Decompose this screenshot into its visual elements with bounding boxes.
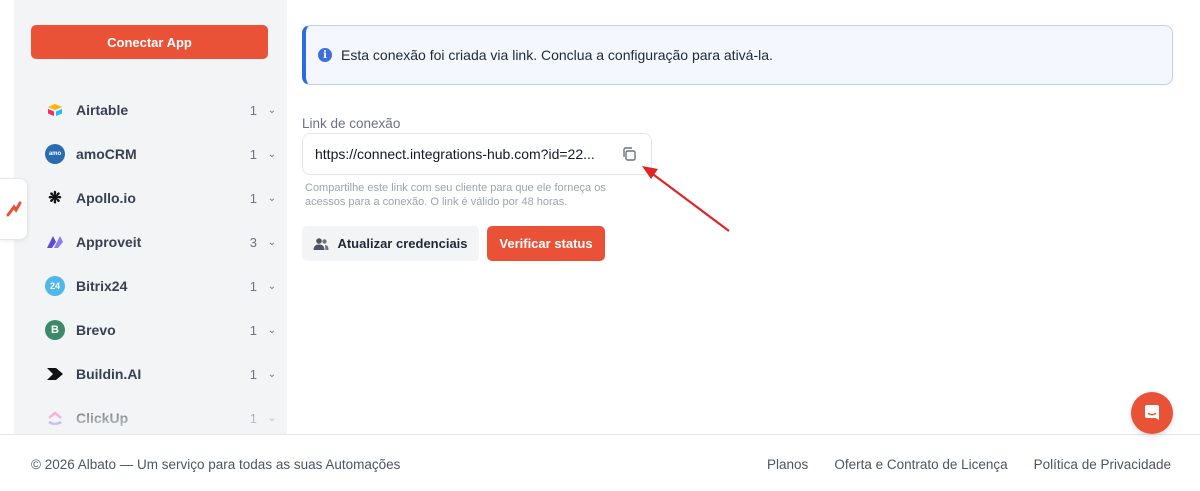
app-item-airtable[interactable]: Airtable 1 ⌄ bbox=[14, 88, 287, 132]
app-item-buildin[interactable]: Buildin.AI 1 ⌄ bbox=[14, 352, 287, 396]
app-name: Brevo bbox=[76, 322, 116, 338]
app-item-brevo[interactable]: B Brevo 1 ⌄ bbox=[14, 308, 287, 352]
apollo-logo-icon: ❋ bbox=[48, 190, 62, 207]
app-item-bitrix24[interactable]: 24 Bitrix24 1 ⌄ bbox=[14, 264, 287, 308]
app-count: 1 bbox=[249, 322, 257, 338]
albato-side-tab[interactable] bbox=[0, 178, 28, 240]
app-name: Approveit bbox=[76, 234, 142, 250]
chevron-down-icon[interactable]: ⌄ bbox=[257, 193, 287, 204]
chat-icon bbox=[1145, 405, 1159, 420]
chevron-down-icon[interactable]: ⌄ bbox=[257, 105, 287, 116]
app-name: Airtable bbox=[76, 102, 129, 118]
amocrm-badge-text: amo bbox=[48, 151, 62, 157]
clickup-logo-icon bbox=[45, 408, 65, 428]
copyright-text: © 2026 Albato — Um serviço para todas as… bbox=[31, 457, 401, 472]
bitrix24-badge-text: 24 bbox=[49, 281, 60, 291]
app-name: amoCRM bbox=[76, 146, 137, 162]
info-icon: i bbox=[318, 48, 332, 62]
brevo-badge-text: B bbox=[51, 324, 59, 336]
footer-link-plans[interactable]: Planos bbox=[767, 457, 808, 472]
bitrix24-logo-icon: 24 bbox=[45, 276, 65, 296]
app-item-approveit[interactable]: Approveit 3 ⌄ bbox=[14, 220, 287, 264]
update-credentials-button[interactable]: Atualizar credenciais bbox=[302, 226, 479, 261]
app-list: Airtable 1 ⌄ amo amoCRM 1 ⌄ ❋ Apollo.io … bbox=[14, 88, 287, 434]
amocrm-logo-icon: amo bbox=[45, 144, 65, 164]
chevron-down-icon[interactable]: ⌄ bbox=[257, 369, 287, 380]
verify-status-button[interactable]: Verificar status bbox=[487, 226, 605, 261]
brevo-logo-icon: B bbox=[45, 320, 65, 340]
app-name: Buildin.AI bbox=[76, 366, 142, 382]
sidebar: Conectar App Airtable 1 ⌄ amo amoCRM 1 ⌄… bbox=[14, 0, 287, 434]
chevron-down-icon[interactable]: ⌄ bbox=[257, 237, 287, 248]
footer-link-privacy[interactable]: Política de Privacidade bbox=[1034, 457, 1171, 472]
connection-link-value[interactable]: https://connect.integrations-hub.com?id=… bbox=[315, 146, 607, 162]
app-name: Bitrix24 bbox=[76, 278, 128, 294]
link-label: Link de conexão bbox=[302, 116, 401, 131]
chevron-down-icon[interactable]: ⌄ bbox=[257, 413, 287, 424]
connect-app-button[interactable]: Conectar App bbox=[31, 25, 268, 59]
app-count: 3 bbox=[249, 234, 257, 250]
buildin-logo-icon bbox=[45, 364, 65, 384]
users-icon bbox=[313, 237, 329, 250]
link-hint: Compartilhe este link com seu cliente pa… bbox=[305, 182, 606, 208]
chevron-down-icon[interactable]: ⌄ bbox=[257, 281, 287, 292]
app-count: 1 bbox=[249, 190, 257, 206]
airtable-logo-icon bbox=[45, 100, 65, 120]
update-credentials-label: Atualizar credenciais bbox=[337, 236, 468, 251]
app-item-apollo[interactable]: ❋ Apollo.io 1 ⌄ bbox=[14, 176, 287, 220]
app-name: Apollo.io bbox=[76, 190, 136, 206]
chevron-down-icon[interactable]: ⌄ bbox=[257, 325, 287, 336]
copy-icon[interactable] bbox=[619, 144, 639, 164]
chevron-down-icon[interactable]: ⌄ bbox=[257, 149, 287, 160]
footer-link-license[interactable]: Oferta e Contrato de Licença bbox=[834, 457, 1007, 472]
info-text: Esta conexão foi criada via link. Conclu… bbox=[341, 47, 773, 63]
app-name: ClickUp bbox=[76, 410, 129, 426]
chat-support-button[interactable] bbox=[1131, 392, 1173, 434]
app-count: 1 bbox=[249, 410, 257, 426]
footer: © 2026 Albato — Um serviço para todas as… bbox=[0, 434, 1200, 491]
app-count: 1 bbox=[249, 366, 257, 382]
app-count: 1 bbox=[249, 278, 257, 294]
connection-link-field[interactable]: https://connect.integrations-hub.com?id=… bbox=[302, 133, 652, 175]
app-count: 1 bbox=[249, 102, 257, 118]
approveit-logo-icon bbox=[45, 232, 65, 252]
app-item-amocrm[interactable]: amo amoCRM 1 ⌄ bbox=[14, 132, 287, 176]
info-banner: i Esta conexão foi criada via link. Conc… bbox=[302, 25, 1173, 85]
page: Conectar App Airtable 1 ⌄ amo amoCRM 1 ⌄… bbox=[0, 0, 1200, 491]
footer-links: Planos Oferta e Contrato de Licença Polí… bbox=[767, 457, 1171, 472]
app-count: 1 bbox=[249, 146, 257, 162]
albato-logo-icon bbox=[6, 201, 21, 217]
app-item-clickup[interactable]: ClickUp 1 ⌄ bbox=[14, 396, 287, 434]
